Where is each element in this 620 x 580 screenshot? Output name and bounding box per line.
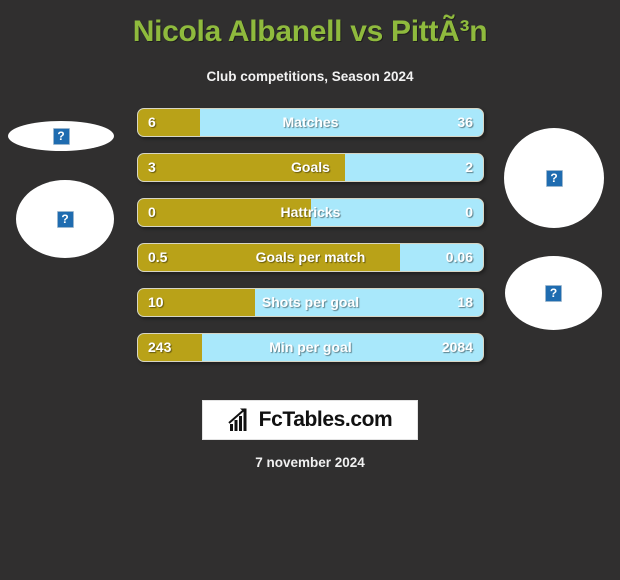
bar-chart-growth-icon [227,408,247,431]
broken-image-icon: ? [56,210,74,228]
stat-label: Shots per goal [261,294,360,310]
stat-bar-goals-per-match: 0.5 Goals per match 0.06 [137,243,484,272]
stat-label: Matches [282,114,339,130]
stat-label: Goals per match [255,249,366,265]
player-right-photo-top: ? [504,128,604,228]
player-left-photo-top: ? [8,121,114,151]
broken-image-icon: ? [545,284,562,302]
stat-bar-list: 6 Matches 36 3 Goals 2 0 Hattricks 0 0.5 Goals per… [137,108,484,378]
report-date: 7 november 2024 [255,455,365,470]
stat-bar-matches: 6 Matches 36 [137,108,484,137]
stat-value-right: 36 [457,114,473,130]
page-subtitle: Club competitions, Season 2024 [206,69,414,84]
stat-label: Goals [291,159,330,175]
stat-bar-shots-per-goal: 10 Shots per goal 18 [137,288,484,317]
fctables-logo[interactable]: FcTables.com [202,400,418,440]
player-left-photo-bottom: ? [16,180,114,258]
stat-bar-goals: 3 Goals 2 [137,153,484,182]
stat-label: Min per goal [269,339,352,355]
player-right-photo-bottom: ? [505,256,602,330]
stat-value-right: 2 [465,159,473,175]
stat-value-right: 0 [465,204,473,220]
broken-image-icon: ? [52,127,70,145]
comparison-content: ? ? ? ? 6 Matches 36 3 Goals 2 0 Hattricks 0 0.5 G… [0,108,620,408]
stat-value-right: 18 [457,294,473,310]
fctables-logo-text: FcTables.com [258,408,393,431]
stat-label: Hattricks [280,204,341,220]
broken-image-icon: ? [545,169,563,187]
stat-value-right: 0.06 [445,249,473,265]
stat-bar-hattricks: 0 Hattricks 0 [137,198,484,227]
stat-value-right: 2084 [441,339,473,355]
page-title: Nicola Albanell vs PittÃ³n [132,15,488,48]
stat-bar-min-per-goal: 243 Min per goal 2084 [137,333,484,362]
